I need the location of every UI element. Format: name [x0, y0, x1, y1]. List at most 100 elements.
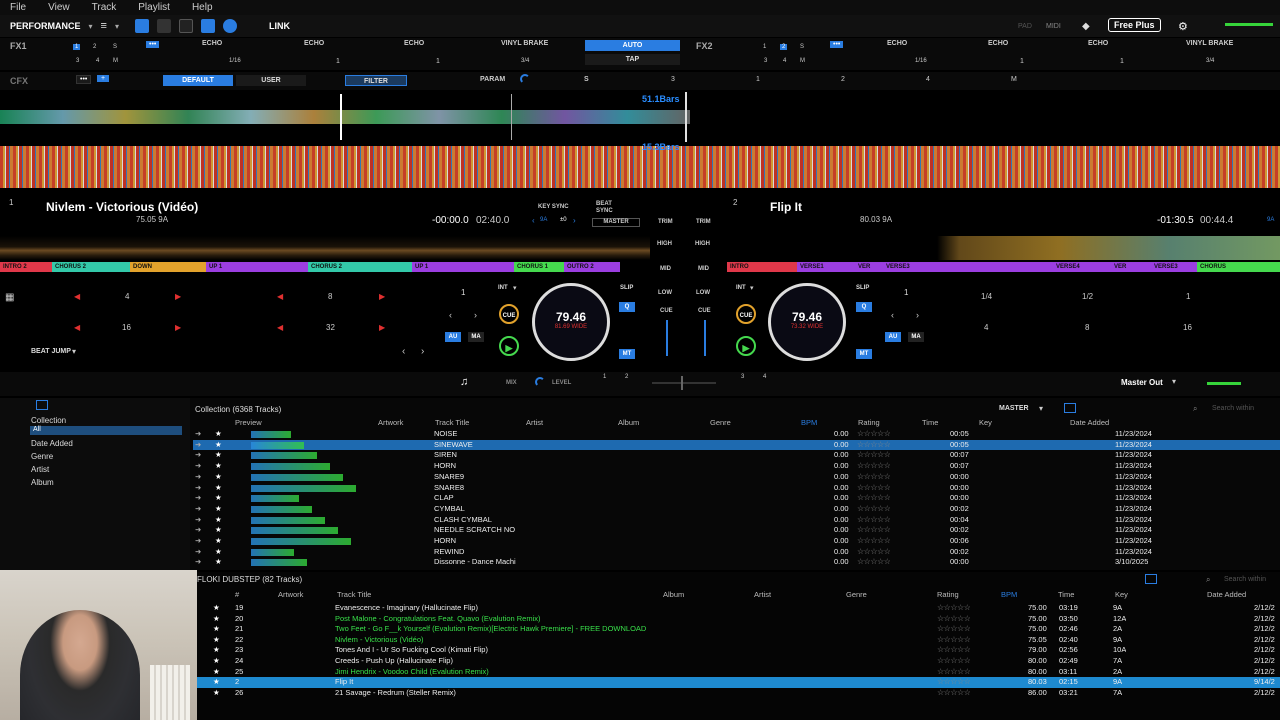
star-icon[interactable]: ★ [213, 667, 220, 678]
deck1-cue-5[interactable]: CHORUS 2 [308, 262, 412, 272]
deck2-cue-3[interactable]: VER [855, 262, 883, 272]
load-arrow-icon[interactable]: ➜ [195, 547, 201, 558]
deck1-cue-7[interactable]: CHORUS 1 [514, 262, 564, 272]
col-date-added[interactable]: Date Added [1070, 418, 1109, 428]
deck2-int-button[interactable]: INT [736, 285, 746, 291]
rating-stars[interactable]: ☆☆☆☆☆ [857, 429, 890, 440]
deck1-cue-1[interactable]: INTRO 2 [0, 262, 52, 272]
pad1-right-arrow[interactable]: ▶ [175, 292, 181, 301]
deck2-pad-4[interactable]: 4 [984, 323, 988, 332]
deck2-au-button[interactable]: AU [885, 332, 901, 342]
deck2-cue-7[interactable]: VERSE3 [1151, 262, 1197, 272]
table-row[interactable]: ➜ ★ SNARE9 0.00 ☆☆☆☆☆ 00:00 11/23/2024 [193, 472, 1280, 483]
sidebar-item-date-added[interactable]: Date Added [31, 439, 73, 448]
preview-waveform[interactable] [251, 505, 312, 513]
star-icon[interactable]: ★ [215, 504, 222, 515]
deck1-cue-2[interactable]: CHORUS 2 [52, 262, 130, 272]
fx1-effect-2[interactable]: ECHO [304, 40, 324, 47]
search-icon[interactable]: ⌕ [1193, 404, 1197, 414]
fx2-beat-3[interactable]: 3 [764, 58, 767, 64]
playlist-search-input[interactable]: Search within [1224, 576, 1266, 583]
preview-waveform[interactable] [251, 452, 317, 460]
table-row[interactable]: ★ 24 Creeds - Push Up (Hallucinate Flip) ☆☆… [197, 656, 1280, 667]
ch2-cue-label[interactable]: CUE [698, 308, 711, 314]
menu-playlist[interactable]: Playlist [138, 2, 170, 13]
deck1-cue-8[interactable]: OUTRO 2 [564, 262, 620, 272]
col-key[interactable]: Key [979, 418, 992, 428]
chevron-down-icon[interactable]: ▾ [115, 22, 119, 31]
rating-stars[interactable]: ☆☆☆☆☆ [857, 504, 890, 515]
table-row[interactable]: ➜ ★ NEEDLE SCRATCH NO 0.00 ☆☆☆☆☆ 00:02 11/23/2… [193, 525, 1280, 536]
grid-icon[interactable]: ▦ [5, 292, 14, 303]
col-artist[interactable]: Artist [526, 418, 543, 428]
cfx-filter-button[interactable]: FILTER [345, 75, 407, 86]
deck2-slip-button[interactable]: SLIP [856, 285, 869, 291]
preview-waveform[interactable] [251, 441, 304, 449]
preview-waveform[interactable] [251, 527, 338, 535]
main-scrolling-waveform[interactable]: 15.3Bars [0, 142, 1280, 192]
preview-waveform[interactable] [251, 463, 330, 471]
pl-col-album[interactable]: Album [663, 590, 684, 600]
load-arrow-icon[interactable]: ➜ [195, 504, 201, 515]
ch1-cue-label[interactable]: CUE [660, 308, 673, 314]
chevron-down-icon[interactable]: ▾ [72, 347, 76, 356]
beat-jump-select[interactable]: BEAT JUMP [31, 348, 71, 355]
pad4-right-arrow[interactable]: ▶ [379, 323, 385, 332]
col-preview[interactable]: Preview [235, 418, 262, 428]
star-icon[interactable]: ★ [215, 515, 222, 526]
rating-stars[interactable]: ☆☆☆☆☆ [857, 536, 890, 547]
deck1-cue-button[interactable]: CUE [499, 304, 519, 324]
table-row[interactable]: ➜ ★ Dissonne - Dance Machi 0.00 ☆☆☆☆☆ 00:00 3/… [193, 557, 1280, 568]
record-icon[interactable] [222, 19, 237, 33]
chevron-down-icon[interactable]: ▾ [1172, 377, 1176, 386]
pad1-left-arrow[interactable]: ◀ [74, 292, 80, 301]
deck1-mini-waveform[interactable] [0, 236, 650, 260]
star-icon[interactable]: ★ [215, 461, 222, 472]
star-icon[interactable]: ★ [213, 688, 220, 699]
fx1-auto-button[interactable]: AUTO [585, 40, 680, 51]
sidebar-item-artist[interactable]: Artist [31, 465, 49, 474]
menu-view[interactable]: View [48, 2, 70, 13]
rating-stars[interactable]: ☆☆☆☆☆ [937, 667, 970, 678]
pad4-left-arrow[interactable]: ◀ [277, 323, 283, 332]
sidebar-item-genre[interactable]: Genre [31, 452, 53, 461]
page-prev-icon[interactable]: ‹ [402, 346, 405, 357]
master-select[interactable]: MASTER [999, 405, 1029, 412]
fx1-effect-1[interactable]: ECHO [202, 40, 222, 47]
preview-waveform[interactable] [251, 516, 325, 524]
star-icon[interactable]: ★ [213, 624, 220, 635]
crossfader[interactable] [652, 382, 716, 384]
deck1-key-sync-label[interactable]: KEY SYNC [538, 204, 569, 210]
fx1-tap-button[interactable]: TAP [585, 54, 680, 65]
fx2-beat-2[interactable]: 2 [780, 44, 788, 50]
star-icon[interactable]: ★ [215, 536, 222, 547]
deck2-ma-button[interactable]: MA [908, 332, 924, 342]
rating-stars[interactable]: ☆☆☆☆☆ [857, 440, 890, 451]
sampler-icon[interactable] [156, 19, 171, 33]
list-view-icon[interactable] [1145, 574, 1157, 584]
table-row[interactable]: ➜ ★ NOISE 0.00 ☆☆☆☆☆ 00:05 11/23/2024 [193, 429, 1280, 440]
fx2-effect-2[interactable]: ECHO [988, 40, 1008, 47]
rating-stars[interactable]: ☆☆☆☆☆ [857, 493, 890, 504]
pl-col-artist[interactable]: Artist [754, 590, 771, 600]
col-track-title[interactable]: Track Title [435, 418, 469, 428]
pl-col-num[interactable]: # [235, 590, 239, 600]
chevron-down-icon[interactable]: ▾ [1039, 404, 1043, 413]
rating-stars[interactable]: ☆☆☆☆☆ [937, 614, 970, 625]
deck1-beat-sync-label[interactable]: BEAT SYNC [596, 201, 616, 215]
rating-stars[interactable]: ☆☆☆☆☆ [857, 450, 890, 461]
table-row[interactable]: ★ 23 Tones And I - Ur So Fucking Cool (Kim… [197, 645, 1280, 656]
rating-stars[interactable]: ☆☆☆☆☆ [937, 603, 970, 614]
deck1-slip-button[interactable]: SLIP [620, 285, 633, 291]
rating-stars[interactable]: ☆☆☆☆☆ [937, 677, 970, 688]
deck1-loop-left[interactable]: ‹ [449, 310, 452, 320]
preview-waveform[interactable] [251, 484, 356, 492]
table-row[interactable]: ➜ ★ HORN 0.00 ☆☆☆☆☆ 00:06 11/23/2024 [193, 536, 1280, 547]
collection-search-input[interactable]: Search within [1212, 405, 1254, 412]
star-icon[interactable]: ★ [215, 472, 222, 483]
mixer-icon[interactable] [200, 19, 215, 33]
star-icon[interactable]: ★ [215, 450, 222, 461]
fx1-beat-m[interactable]: M [113, 58, 118, 64]
cfx-add-button[interactable]: + [97, 75, 110, 82]
ch2-volume-fader[interactable] [704, 320, 706, 356]
